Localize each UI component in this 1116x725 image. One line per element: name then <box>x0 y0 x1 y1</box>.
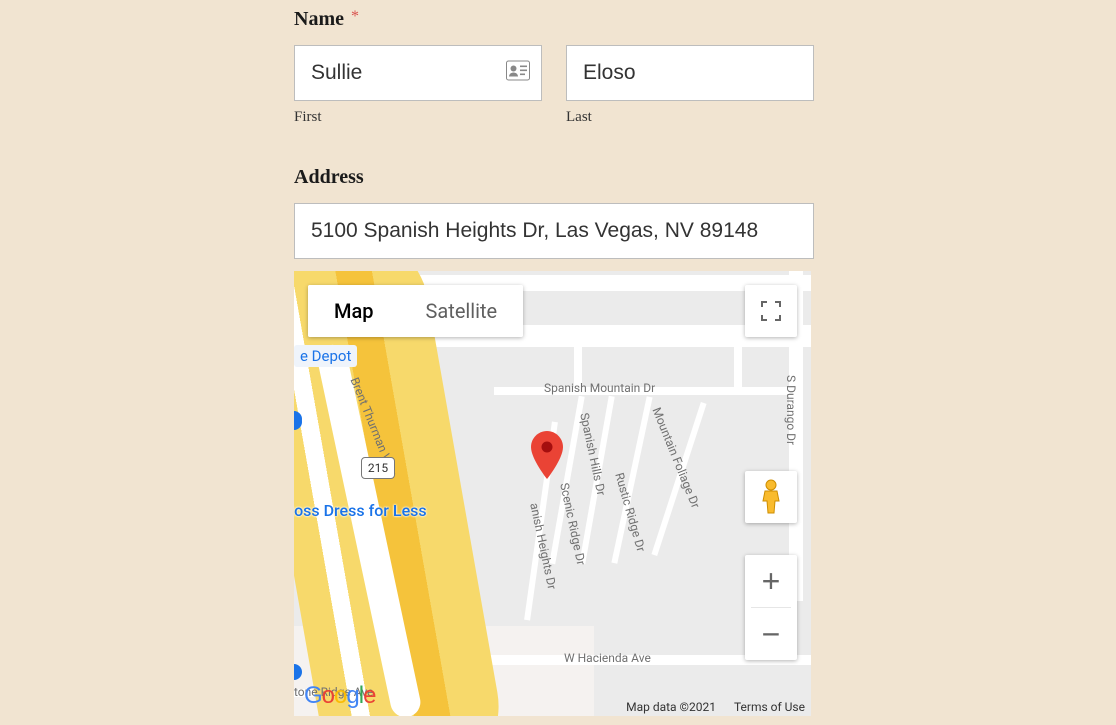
street-hacienda: W Hacienda Ave <box>564 651 651 665</box>
poi-ross: Ross Dress for Less <box>294 501 427 520</box>
map-attribution: Map data ©2021 Terms of Use <box>626 700 805 714</box>
zoom-control: + − <box>745 555 797 660</box>
zoom-in-button[interactable]: + <box>745 555 797 607</box>
map-type-satellite-button[interactable]: Satellite <box>400 285 524 337</box>
terms-link[interactable]: Terms of Use <box>734 700 805 714</box>
poi-dot-icon <box>294 414 302 430</box>
map-marker-icon[interactable] <box>531 431 563 479</box>
address-label: Address <box>294 166 814 189</box>
map-data-text: Map data ©2021 <box>626 700 716 714</box>
map[interactable]: e Depot Ross Dress for Less Brent Thurma… <box>294 271 811 716</box>
first-name-input[interactable] <box>294 45 542 101</box>
poi-dot <box>294 661 304 680</box>
last-name-sublabel: Last <box>566 109 814 126</box>
zoom-out-button[interactable]: − <box>745 608 797 660</box>
first-name-sublabel: First <box>294 109 542 126</box>
address-input[interactable] <box>294 203 814 259</box>
required-asterisk: * <box>351 8 359 25</box>
fullscreen-icon <box>761 301 781 321</box>
map-type-control: Map Satellite <box>308 285 523 337</box>
street-spanish-mountain: Spanish Mountain Dr <box>544 381 655 395</box>
google-logo: Google <box>304 682 375 710</box>
street-s-durango: S Durango Dr <box>784 375 798 445</box>
map-type-map-button[interactable]: Map <box>308 285 400 337</box>
fullscreen-button[interactable] <box>745 285 797 337</box>
poi-ross-label: Ross Dress for Less <box>294 501 427 520</box>
poi-dot <box>294 411 304 430</box>
name-label-text: Name <box>294 8 344 30</box>
poi-dot-icon <box>294 664 302 680</box>
last-name-input[interactable] <box>566 45 814 101</box>
pegman-button[interactable] <box>745 471 797 523</box>
name-label: Name * <box>294 8 814 31</box>
highway-shield: 215 <box>361 457 395 479</box>
pegman-icon <box>757 479 785 515</box>
road <box>734 347 742 387</box>
poi-depot: e Depot <box>294 345 357 367</box>
